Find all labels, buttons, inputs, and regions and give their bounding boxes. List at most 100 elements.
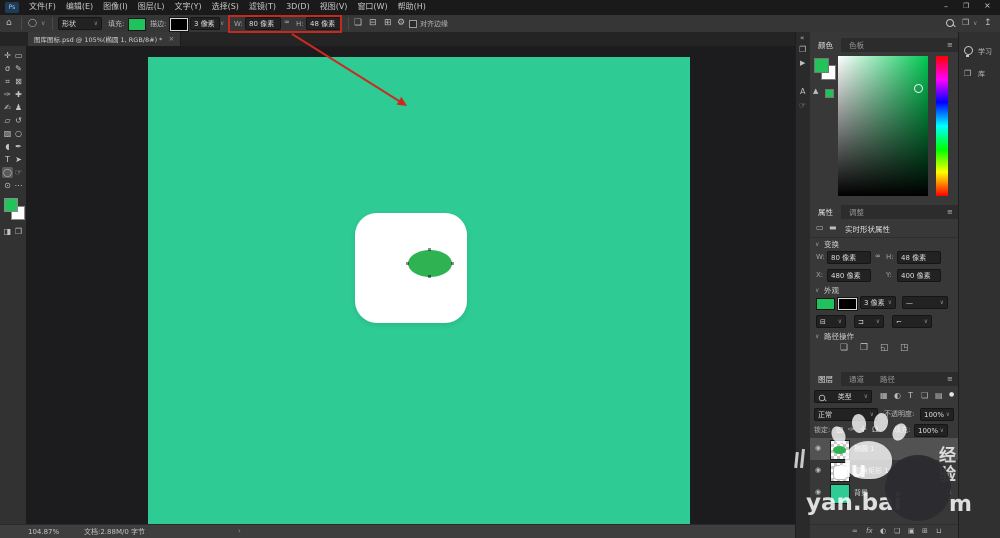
fill-swatch[interactable]	[128, 18, 146, 31]
tab-layers[interactable]: 图层	[810, 372, 841, 386]
tool-pen[interactable]: ✒	[13, 141, 24, 152]
home-icon[interactable]: ⌂	[6, 19, 12, 28]
transform-section-label[interactable]: 变换	[824, 241, 839, 249]
gamut-warning-icon[interactable]: ▲	[813, 88, 818, 95]
stroke-line-icon[interactable]: —	[204, 19, 213, 28]
props-fill-swatch[interactable]	[816, 298, 835, 310]
foreground-color-swatch[interactable]	[4, 198, 18, 212]
menu-layer[interactable]: 图层(L)	[138, 3, 165, 11]
layer-fill-select[interactable]: 100% ∨	[914, 424, 948, 437]
tool-clone-stamp[interactable]: ♟	[13, 102, 24, 113]
props-y-field[interactable]: 400 像素	[897, 269, 941, 282]
tool-eraser[interactable]: ▱	[2, 115, 13, 126]
blend-mode-select[interactable]: 正常 ∨	[814, 408, 878, 421]
libraries-panel-button[interactable]: ❐ 库	[964, 68, 1000, 82]
search-icon[interactable]	[946, 19, 956, 29]
menu-file[interactable]: 文件(F)	[29, 3, 56, 11]
collapse-panels-icon[interactable]: «	[800, 35, 804, 42]
menu-3d[interactable]: 3D(D)	[286, 3, 310, 11]
props-x-field[interactable]: 480 像素	[827, 269, 871, 282]
new-layer-icon[interactable]: ⊞	[922, 528, 928, 535]
stroke-corners-select[interactable]: ⌐ ∨	[892, 315, 932, 328]
status-chevron-icon[interactable]: ›	[238, 528, 241, 535]
stroke-align-select[interactable]: ⊟ ∨	[816, 315, 846, 328]
learn-panel-button[interactable]: 学习	[964, 46, 1000, 60]
appearance-section-label[interactable]: 外观	[824, 287, 839, 295]
exclude-shapes-icon[interactable]: ◳	[900, 344, 909, 353]
props-stroke-swatch[interactable]	[838, 298, 857, 310]
menu-type[interactable]: 文字(Y)	[174, 3, 201, 11]
layer-thumbnail[interactable]	[830, 462, 850, 482]
close-button[interactable]: ×	[984, 2, 991, 10]
filter-adjustment-layers-icon[interactable]: ◐	[894, 392, 901, 400]
link-layers-icon[interactable]: ∞	[852, 528, 858, 535]
filter-pixel-layers-icon[interactable]: ▦	[880, 392, 888, 400]
path-alignment-icon[interactable]: ⊟	[369, 19, 377, 28]
tool-path-select[interactable]: ➤	[13, 154, 24, 165]
tool-hand[interactable]: ☞	[13, 167, 24, 178]
layer-thumbnail[interactable]	[830, 440, 850, 460]
color-gradient-square[interactable]	[838, 56, 928, 196]
layer-name[interactable]: 背景	[854, 490, 868, 497]
tab-channels[interactable]: 通道	[841, 372, 872, 386]
eye-icon[interactable]: ◉	[815, 467, 821, 474]
tool-move[interactable]: ✛	[2, 50, 13, 61]
menu-edit[interactable]: 编辑(E)	[66, 3, 93, 11]
color-panel-menu-icon[interactable]: ≡	[947, 42, 953, 49]
filter-smart-objects-icon[interactable]: ▤	[935, 392, 943, 400]
subtract-shape-icon[interactable]: ❐	[860, 344, 868, 353]
path-arrangement-icon[interactable]: ⊞	[384, 19, 392, 28]
props-stroke-style-select[interactable]: — ∨	[902, 296, 948, 309]
tab-properties[interactable]: 属性	[810, 205, 841, 219]
filter-type-layers-icon[interactable]: T	[908, 392, 913, 400]
layer-mask-icon[interactable]: ◐	[880, 528, 886, 535]
filter-toggle-icon[interactable]: ●	[949, 392, 954, 398]
tool-spot-healing[interactable]: ✚	[13, 89, 24, 100]
gear-icon[interactable]: ⚙	[397, 19, 405, 28]
hue-slider[interactable]	[936, 56, 948, 196]
character-panel-icon[interactable]: A	[800, 88, 805, 96]
gamut-swatch[interactable]	[825, 89, 834, 98]
intersect-shapes-icon[interactable]: ◱	[880, 344, 889, 353]
workspace-icon[interactable]: ❐	[962, 19, 969, 27]
color-fg-swatch-small[interactable]	[814, 58, 829, 73]
tool-quick-mask[interactable]: ◨	[2, 226, 13, 237]
tool-preset-caret-icon[interactable]: ∨	[41, 21, 45, 27]
menu-select[interactable]: 选择(S)	[212, 3, 239, 11]
ellipse-anchor-right[interactable]	[451, 262, 454, 265]
menu-window[interactable]: 窗口(W)	[357, 3, 387, 11]
canvas[interactable]	[148, 57, 690, 524]
tool-marquee[interactable]: ▭	[13, 50, 24, 61]
appearance-section-caret-icon[interactable]: ∨	[815, 288, 819, 294]
tool-edit-toolbar[interactable]: ⋯	[13, 180, 24, 191]
layers-panel-menu-icon[interactable]: ≡	[947, 376, 953, 383]
tab-adjustments[interactable]: 调整	[841, 205, 872, 219]
pathops-section-label[interactable]: 路径操作	[824, 333, 854, 341]
layer-group-icon[interactable]: ▣	[908, 528, 915, 535]
props-link-icon[interactable]: ∞	[875, 253, 881, 260]
tab-color[interactable]: 颜色	[810, 38, 841, 52]
menu-image[interactable]: 图像(I)	[103, 3, 128, 11]
opacity-select[interactable]: 100% ∨	[920, 408, 954, 421]
delete-layer-icon[interactable]: ⊔	[936, 528, 941, 535]
ellipse-anchor-top[interactable]	[428, 248, 431, 251]
tool-crop[interactable]: ⌗	[2, 76, 13, 87]
share-icon[interactable]: ↥	[984, 19, 992, 28]
tool-gradient[interactable]: ▨	[2, 128, 13, 139]
color-cursor-ring[interactable]	[914, 84, 923, 93]
lock-position-icon[interactable]: ✛	[860, 426, 867, 434]
menu-view[interactable]: 视图(V)	[320, 3, 348, 11]
tab-close-icon[interactable]: ×	[168, 35, 174, 43]
adjustment-layer-icon[interactable]: ❏	[894, 528, 900, 535]
properties-panel-menu-icon[interactable]: ≡	[947, 209, 953, 216]
stroke-style-caret-icon[interactable]: ∨	[220, 21, 224, 27]
tool-ellipse[interactable]: ◯	[2, 167, 13, 178]
layer-style-icon[interactable]: fx	[866, 528, 873, 535]
history-panel-icon[interactable]: ❐	[799, 46, 806, 54]
menu-help[interactable]: 帮助(H)	[398, 3, 426, 11]
tool-eyedropper[interactable]: ✑	[2, 89, 13, 100]
tab-paths[interactable]: 路径	[872, 372, 903, 386]
layer-thumbnail[interactable]	[830, 484, 850, 504]
layer-row-background[interactable]: ◉ 背景 Ω	[810, 482, 958, 504]
tool-blur[interactable]: ○	[13, 128, 24, 139]
